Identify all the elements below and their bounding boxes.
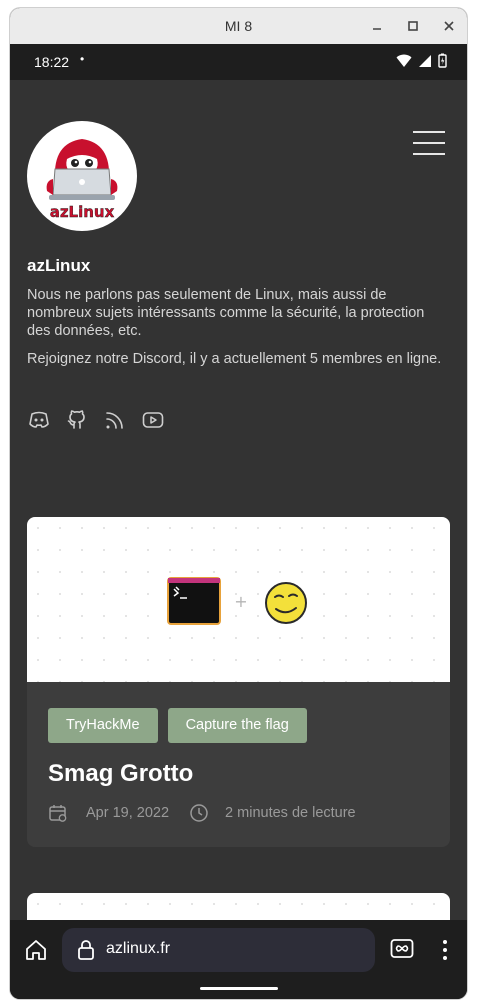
post-reading-time: 2 minutes de lecture [225,805,356,821]
window-titlebar: MI 8 [10,8,467,44]
status-bar: 18:22 • [10,44,467,80]
post-card[interactable]: + TryHackMe Capture the flag Smag Grotto [27,517,450,847]
tabs-icon[interactable] [390,938,414,960]
logo-text: azLinux [50,203,115,221]
social-links [27,408,165,432]
tag-capture-the-flag[interactable]: Capture the flag [167,708,307,743]
post-meta: Apr 19, 2022 2 minutes de lecture [48,803,356,823]
close-icon[interactable] [441,18,457,34]
window-title: MI 8 [224,18,253,34]
rss-icon[interactable] [103,408,127,432]
plus-sign: + [234,592,247,611]
signal-icon [419,54,431,67]
post-date: Apr 19, 2022 [86,805,170,821]
gesture-nav-handle[interactable] [200,987,278,990]
browser-bottom-bar: azlinux.fr [10,920,467,999]
lock-icon [78,940,94,960]
clock-icon [190,804,208,822]
notification-dot: • [80,52,85,66]
post-thumbnail[interactable]: + [27,517,450,682]
minimize-icon[interactable] [369,18,385,34]
calendar-icon [49,805,67,822]
status-time: 18:22 [34,54,70,70]
smiley-icon [265,582,307,624]
hamburger-menu-icon[interactable] [413,131,445,155]
post-title[interactable]: Smag Grotto [48,760,193,788]
tag-tryhackme[interactable]: TryHackMe [48,708,158,743]
web-page: azLinux azLinux Nous ne parlons pas seul… [10,80,467,920]
terminal-icon [167,577,221,625]
post-tags: TryHackMe Capture the flag [48,708,307,743]
discord-online-text: Rejoignez notre Discord, il y a actuelle… [27,351,442,367]
next-post-card[interactable] [27,893,450,920]
discord-icon[interactable] [27,408,51,432]
more-options-icon[interactable] [442,939,448,961]
url-text[interactable]: azlinux.fr [106,940,170,958]
url-bar[interactable]: azlinux.fr [62,928,375,972]
youtube-icon[interactable] [141,408,165,432]
maximize-icon[interactable] [405,18,421,34]
emulator-window: MI 8 18:22 • azLinux azLinux Nous ne par… [10,8,467,999]
wifi-icon [396,54,412,67]
site-title[interactable]: azLinux [27,256,90,276]
site-logo[interactable]: azLinux [27,121,137,231]
github-icon[interactable] [65,408,89,432]
home-icon[interactable] [24,938,48,962]
battery-icon [438,53,447,68]
phone-screen: 18:22 • azLinux azLinux Nous ne parlons … [10,44,467,999]
site-description: Nous ne parlons pas seulement de Linux, … [27,287,425,339]
